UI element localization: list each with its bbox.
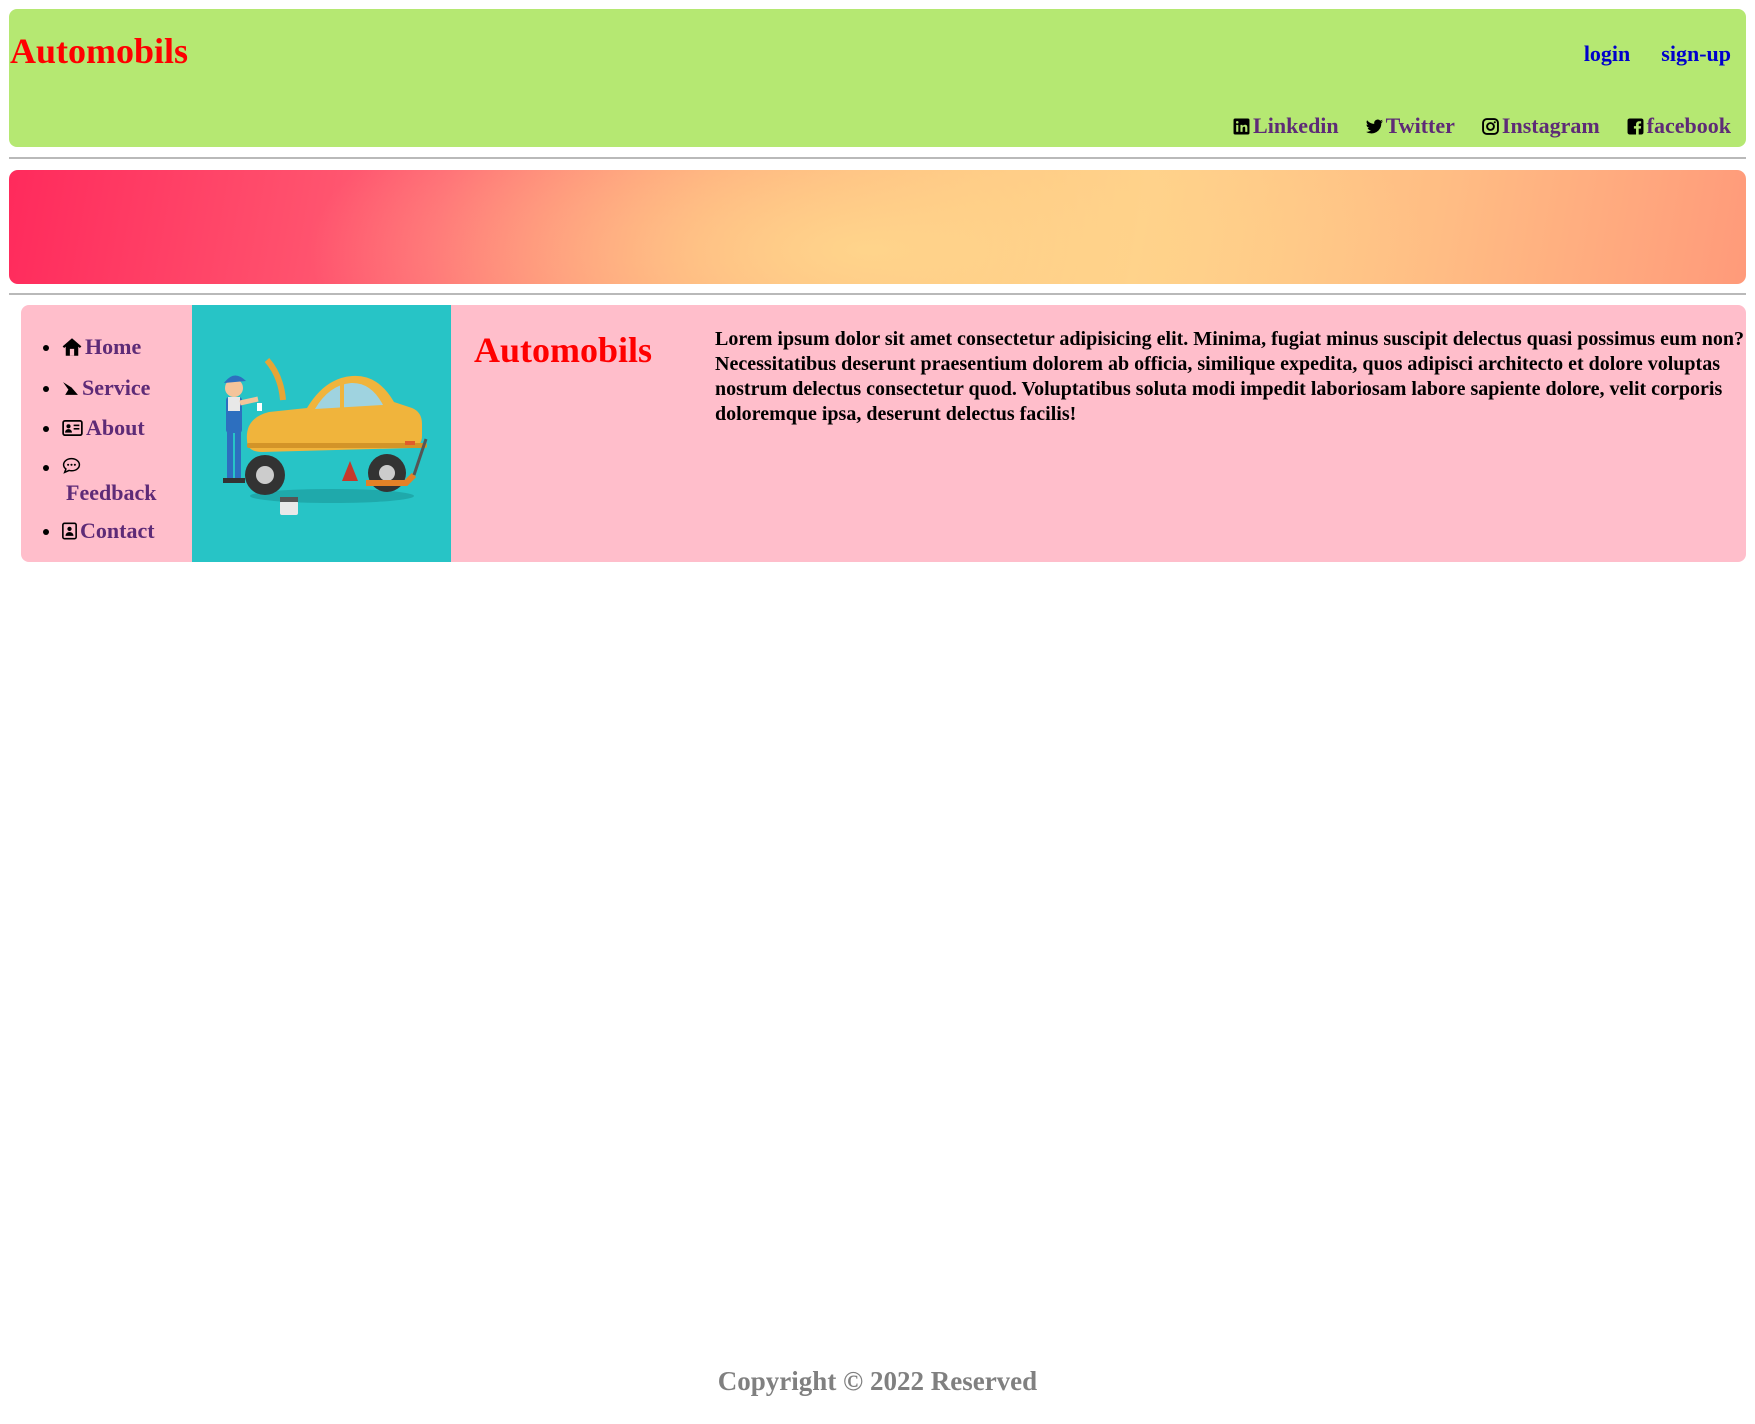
- divider-bottom: [9, 293, 1746, 295]
- sidebar-label-contact: Contact: [80, 517, 155, 543]
- sidebar-nav: Home Service About Feedback Contact: [21, 305, 192, 562]
- sidebar-item-about: About: [42, 414, 156, 441]
- site-header: Automobils login sign-up Linkedin Twitte…: [9, 9, 1746, 147]
- gradient-banner: [9, 170, 1746, 284]
- contact-icon: [62, 521, 77, 540]
- content-paragraph: Lorem ipsum dolor sit amet consectetur a…: [715, 328, 1744, 425]
- sidebar-item-service: Service: [42, 376, 156, 402]
- sidebar-link-feedback[interactable]: Feedback: [62, 455, 156, 505]
- sidebar-item-feedback: Feedback: [42, 455, 156, 505]
- social-link-linkedin[interactable]: Linkedin: [1233, 113, 1339, 139]
- social-label-instagram: Instagram: [1501, 113, 1600, 138]
- social-label-linkedin: Linkedin: [1253, 113, 1339, 138]
- sidebar-link-about[interactable]: About: [62, 414, 145, 440]
- social-label-facebook: facebook: [1646, 113, 1731, 138]
- sidebar-label-service: Service: [82, 375, 151, 400]
- chat-bubble-icon: [62, 457, 81, 474]
- sidebar-label-home: Home: [85, 334, 142, 359]
- id-card-icon: [62, 419, 83, 436]
- sidebar-link-contact[interactable]: Contact: [62, 517, 155, 543]
- login-link[interactable]: login: [1584, 41, 1630, 67]
- social-links: Linkedin Twitter Instagram facebook: [1233, 113, 1731, 139]
- facebook-icon: [1627, 118, 1644, 135]
- signup-link[interactable]: sign-up: [1661, 41, 1731, 67]
- social-link-facebook[interactable]: facebook: [1627, 113, 1731, 139]
- service-icon: [63, 381, 78, 395]
- sidebar-link-service[interactable]: Service: [62, 376, 150, 400]
- sidebar-item-contact: Contact: [42, 517, 156, 545]
- main-content: Home Service About Feedback Contact Auto…: [21, 305, 1746, 562]
- auth-links: login sign-up: [1584, 41, 1731, 67]
- linkedin-icon: [1233, 118, 1250, 134]
- car-mechanic-illustration: [192, 305, 451, 562]
- sidebar-label-feedback: Feedback: [66, 479, 157, 505]
- car-repair-image: [223, 358, 428, 515]
- sidebar-list: Home Service About Feedback Contact: [21, 335, 156, 559]
- social-link-instagram[interactable]: Instagram: [1481, 113, 1600, 139]
- sidebar-item-home: Home: [42, 335, 156, 362]
- social-link-twitter[interactable]: Twitter: [1365, 113, 1455, 139]
- content-title: Automobils: [474, 330, 653, 370]
- twitter-icon: [1365, 119, 1383, 133]
- home-icon: [62, 338, 82, 356]
- divider-top: [9, 157, 1746, 159]
- footer-copyright: Copyright © 2022 Reserved: [717, 1366, 1038, 1396]
- social-label-twitter: Twitter: [1385, 113, 1455, 138]
- instagram-icon: [1481, 117, 1499, 135]
- sidebar-label-about: About: [86, 414, 145, 440]
- sidebar-link-home[interactable]: Home: [62, 335, 141, 359]
- site-brand[interactable]: Automobils: [10, 33, 188, 69]
